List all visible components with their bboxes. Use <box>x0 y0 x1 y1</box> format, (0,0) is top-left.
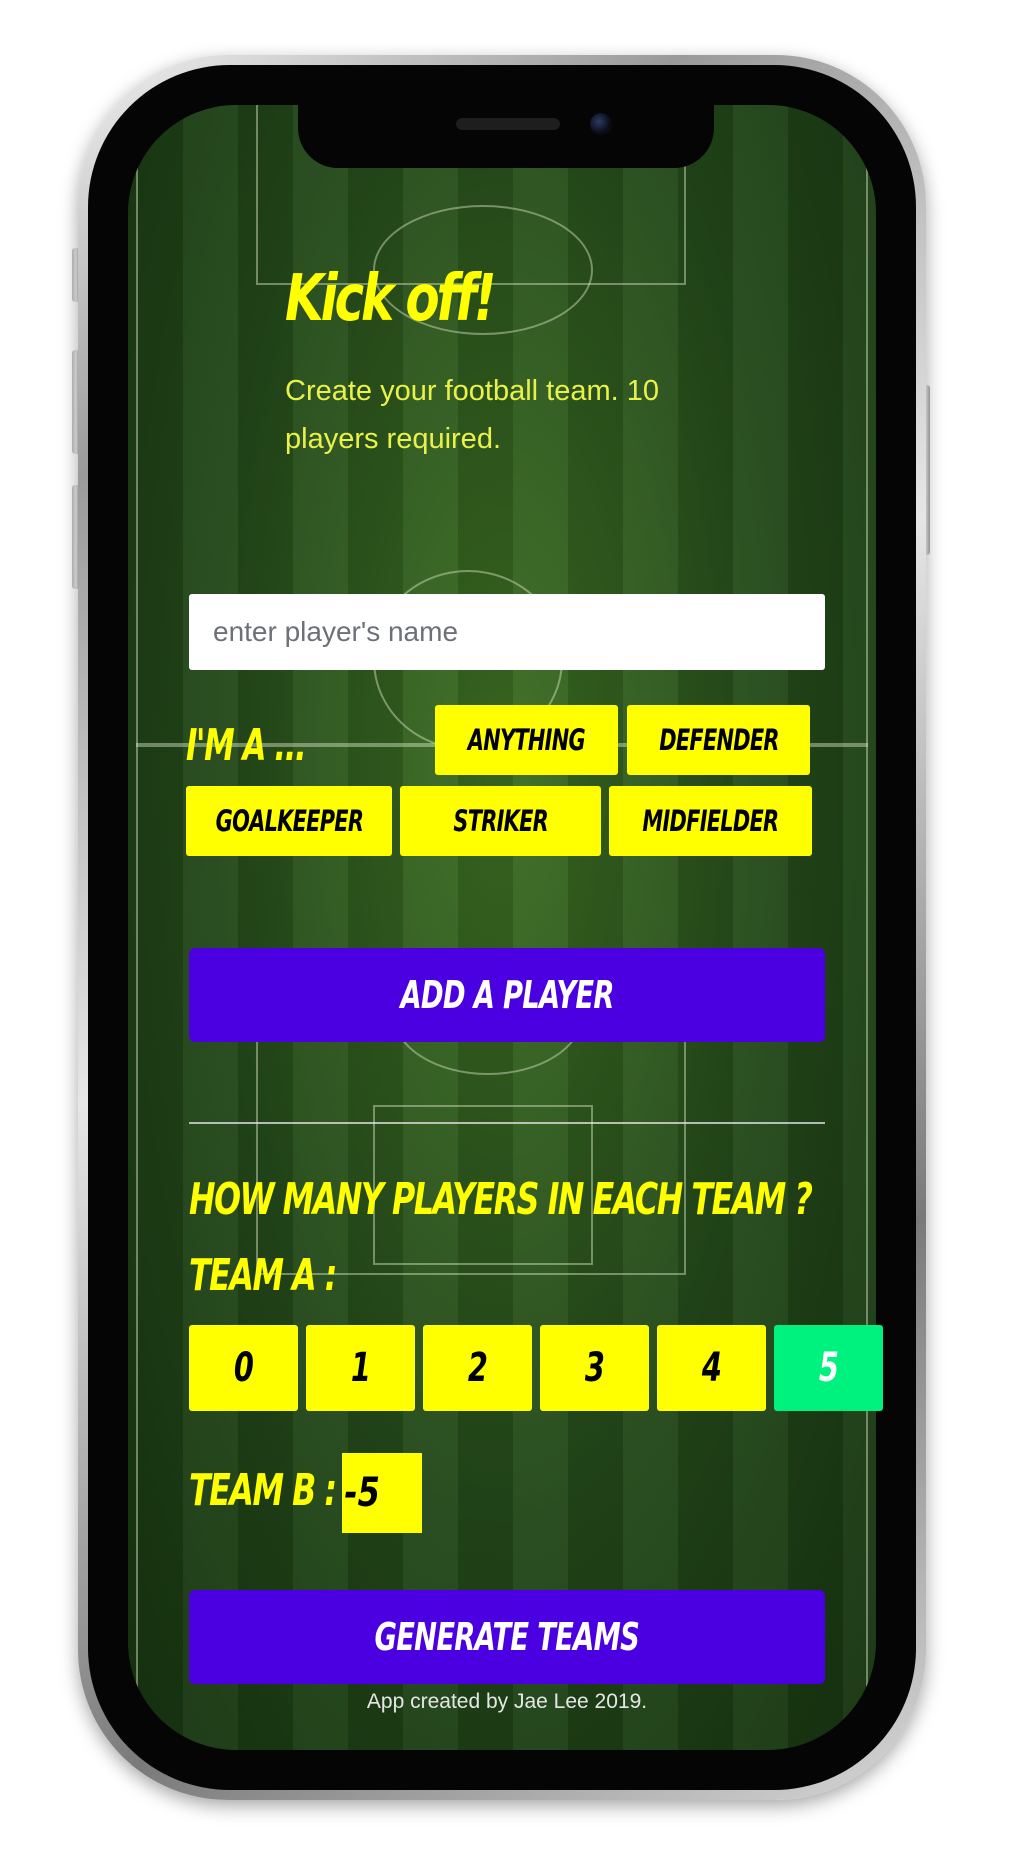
section-divider <box>189 1122 825 1124</box>
team-b-count-value: -5 <box>344 1470 380 1516</box>
team-a-count-selector: 0 1 2 3 4 5 <box>189 1325 883 1411</box>
position-anything-button[interactable]: ANYTHING <box>435 705 618 775</box>
team-a-count-2-label: 2 <box>467 1345 488 1391</box>
page-title: Kick off! <box>285 262 497 336</box>
team-a-count-1-label: 1 <box>350 1345 371 1391</box>
team-a-count-2-button[interactable]: 2 <box>423 1325 532 1411</box>
team-a-count-5-button[interactable]: 5 <box>774 1325 883 1411</box>
team-size-question: HOW MANY PLAYERS IN EACH TEAM ? <box>189 1174 813 1225</box>
position-striker-button[interactable]: STRIKER <box>400 786 601 856</box>
position-midfielder-button[interactable]: MIDFIELDER <box>609 786 812 856</box>
team-a-count-0-label: 0 <box>233 1345 254 1391</box>
position-defender-button[interactable]: DEFENDER <box>627 705 810 775</box>
team-a-count-5-label: 5 <box>818 1345 839 1391</box>
app-mockup: Kick off! Create your football team. 10 … <box>0 0 1032 1851</box>
position-goalkeeper-button[interactable]: GOALKEEPER <box>186 786 392 856</box>
position-anything-label: ANYTHING <box>467 723 586 757</box>
position-striker-label: STRIKER <box>453 804 548 838</box>
player-name-input[interactable] <box>189 594 825 670</box>
team-b-label: TEAM B : <box>189 1465 337 1516</box>
team-a-count-4-button[interactable]: 4 <box>657 1325 766 1411</box>
generate-teams-label: GENERATE TEAMS <box>374 1615 640 1659</box>
team-a-count-4-label: 4 <box>701 1345 722 1391</box>
front-camera <box>590 113 612 135</box>
team-a-label: TEAM A : <box>189 1250 337 1301</box>
add-player-button[interactable]: ADD A PLAYER <box>189 948 825 1042</box>
team-b-count-display: -5 <box>342 1453 422 1533</box>
role-label: I'M A ... <box>186 720 307 771</box>
add-player-label: ADD A PLAYER <box>400 973 614 1017</box>
position-midfielder-label: MIDFIELDER <box>642 804 780 838</box>
page-subtitle: Create your football team. 10 players re… <box>285 375 659 455</box>
position-defender-label: DEFENDER <box>658 723 779 757</box>
phone-speaker <box>456 118 560 130</box>
footer-credit: App created by Jae Lee 2019. <box>366 1690 648 1713</box>
phone-notch <box>298 100 714 168</box>
position-goalkeeper-label: GOALKEEPER <box>215 804 363 838</box>
team-a-count-3-button[interactable]: 3 <box>540 1325 649 1411</box>
team-a-count-1-button[interactable]: 1 <box>306 1325 415 1411</box>
team-a-count-0-button[interactable]: 0 <box>189 1325 298 1411</box>
team-a-count-3-label: 3 <box>584 1345 605 1391</box>
generate-teams-button[interactable]: GENERATE TEAMS <box>189 1590 825 1684</box>
